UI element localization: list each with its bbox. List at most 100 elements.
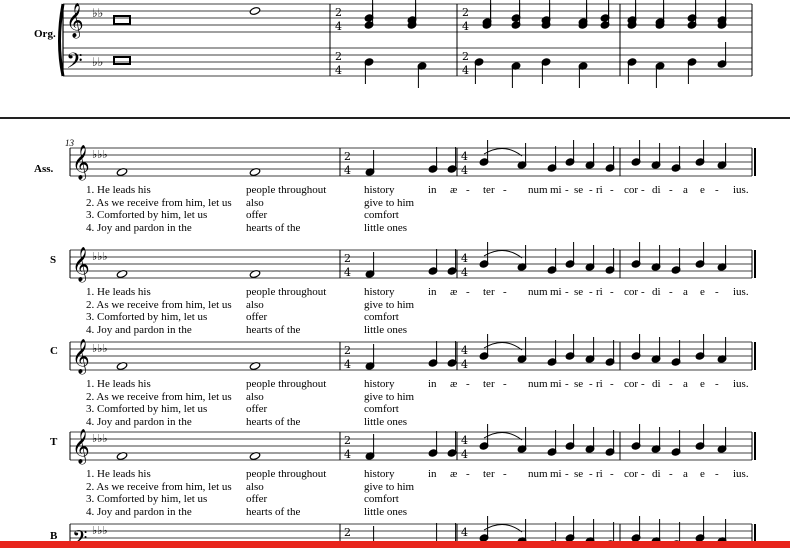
time-sig-top: 2 — [344, 434, 351, 447]
lyric-latin: - — [715, 184, 719, 196]
lyric-verse2: also — [246, 390, 264, 403]
lyric-verse3: comfort — [364, 311, 399, 323]
lyric-verse3: 3. Comforted by him, let us — [86, 209, 208, 221]
key-signature: ♭♭♭ — [92, 342, 108, 355]
key-signature: ♭♭♭ — [92, 524, 108, 537]
staff-label-alto: Ass. — [34, 163, 54, 175]
bass-clef: 𝄢 — [66, 49, 83, 79]
lyric-latin: ius. — [733, 468, 749, 480]
lyric-latin: di — [652, 184, 661, 196]
lyric-verse1: history — [364, 378, 395, 390]
lyric-latin: æ — [450, 184, 458, 196]
lyric-latin: - — [565, 378, 569, 390]
lyric-verse3: 3. Comforted by him, let us — [86, 493, 208, 505]
lyric-latin: se — [574, 468, 584, 480]
lyric-latin: se — [574, 184, 584, 196]
lyric-latin: e — [700, 378, 705, 390]
lyric-latin: - — [715, 468, 719, 480]
time-sig-top: 4 — [461, 434, 468, 447]
breve-note — [113, 15, 131, 25]
key-signature: ♭♭ — [92, 55, 103, 69]
lyric-latin: æ — [450, 378, 458, 390]
lyric-latin: cor — [624, 286, 639, 298]
lyric-verse2: 2. As we receive from him, let us — [86, 196, 232, 209]
lyric-latin: mi — [550, 378, 562, 390]
lyric-latin: a — [683, 286, 688, 298]
lyric-latin: - — [715, 286, 719, 298]
lyric-latin: - — [565, 468, 569, 480]
lyric-latin: di — [652, 468, 661, 480]
lyric-latin: - — [466, 286, 470, 298]
lyric-latin: - — [589, 378, 593, 390]
lyric-latin: - — [610, 286, 614, 298]
lyric-latin: in — [428, 184, 437, 196]
lyric-verse4: little ones — [364, 221, 408, 234]
lyric-latin: ri — [596, 184, 603, 196]
lyric-verse2: 2. As we receive from him, let us — [86, 298, 232, 311]
lyric-verse1: history — [364, 468, 395, 480]
lyric-latin: - — [589, 468, 593, 480]
lyric-verse3: offer — [246, 311, 268, 323]
lyric-latin: - — [641, 184, 645, 196]
time-sig-top: 4 — [461, 252, 468, 265]
lyric-latin: - — [503, 184, 507, 196]
lyric-verse2: 2. As we receive from him, let us — [86, 390, 232, 403]
time-sig-top: 2 — [462, 50, 469, 63]
lyric-verse2: give to him — [364, 196, 415, 209]
time-sig-bottom: 4 — [335, 20, 342, 33]
lyric-latin: num — [528, 184, 548, 196]
time-sig-bottom: 4 — [344, 358, 351, 371]
lyric-latin: num — [528, 378, 548, 390]
lyric-latin: di — [652, 286, 661, 298]
lyric-latin: e — [700, 468, 705, 480]
lyric-latin: - — [589, 286, 593, 298]
whole-note — [249, 7, 261, 15]
time-sig-top: 2 — [344, 526, 351, 539]
time-sig-top: 2 — [462, 6, 469, 19]
lyric-latin: ter — [483, 184, 495, 196]
lyric-verse1: people throughout — [246, 468, 327, 480]
lyric-latin: - — [669, 468, 673, 480]
lyric-verse1: 1. He leads his — [86, 184, 151, 196]
lyric-latin: - — [466, 184, 470, 196]
lyric-latin: e — [700, 286, 705, 298]
time-sig-bottom: 4 — [462, 64, 469, 77]
lyric-latin: - — [503, 378, 507, 390]
lyric-latin: a — [683, 378, 688, 390]
lyric-latin: num — [528, 468, 548, 480]
time-sig-top: 4 — [461, 344, 468, 357]
lyric-latin: - — [715, 378, 719, 390]
lyric-verse2: also — [246, 196, 264, 209]
lyric-latin: - — [610, 378, 614, 390]
lyric-verse2: also — [246, 480, 264, 493]
lyric-latin: æ — [450, 286, 458, 298]
clef: 𝄞 — [72, 247, 90, 283]
time-sig-bottom: 4 — [344, 266, 351, 279]
lyric-latin: - — [641, 286, 645, 298]
lyric-latin: - — [669, 286, 673, 298]
accent-bar — [0, 541, 790, 548]
system-separator — [0, 117, 790, 119]
staff-label-soprano: S — [50, 254, 57, 266]
lyric-verse4: hearts of the — [246, 505, 301, 518]
lyric-verse4: little ones — [364, 323, 408, 336]
time-sig-top: 4 — [461, 150, 468, 163]
lyric-latin: ius. — [733, 184, 749, 196]
lyric-latin: num — [528, 286, 548, 298]
lyric-latin: in — [428, 378, 437, 390]
lyric-verse3: offer — [246, 209, 268, 221]
lyric-latin: a — [683, 468, 688, 480]
lyric-latin: - — [466, 378, 470, 390]
lyric-verse2: give to him — [364, 298, 415, 311]
lyric-latin: mi — [550, 468, 562, 480]
lyric-latin: ri — [596, 286, 603, 298]
lyric-latin: cor — [624, 468, 639, 480]
measure-number: 13 — [65, 138, 74, 148]
staff-label-tenor: T — [50, 436, 58, 448]
lyric-latin: di — [652, 378, 661, 390]
clef: 𝄞 — [72, 339, 90, 375]
time-sig-bottom: 4 — [335, 64, 342, 77]
lyric-verse3: comfort — [364, 403, 399, 415]
lyric-latin: se — [574, 286, 584, 298]
time-sig-top: 2 — [335, 6, 342, 19]
